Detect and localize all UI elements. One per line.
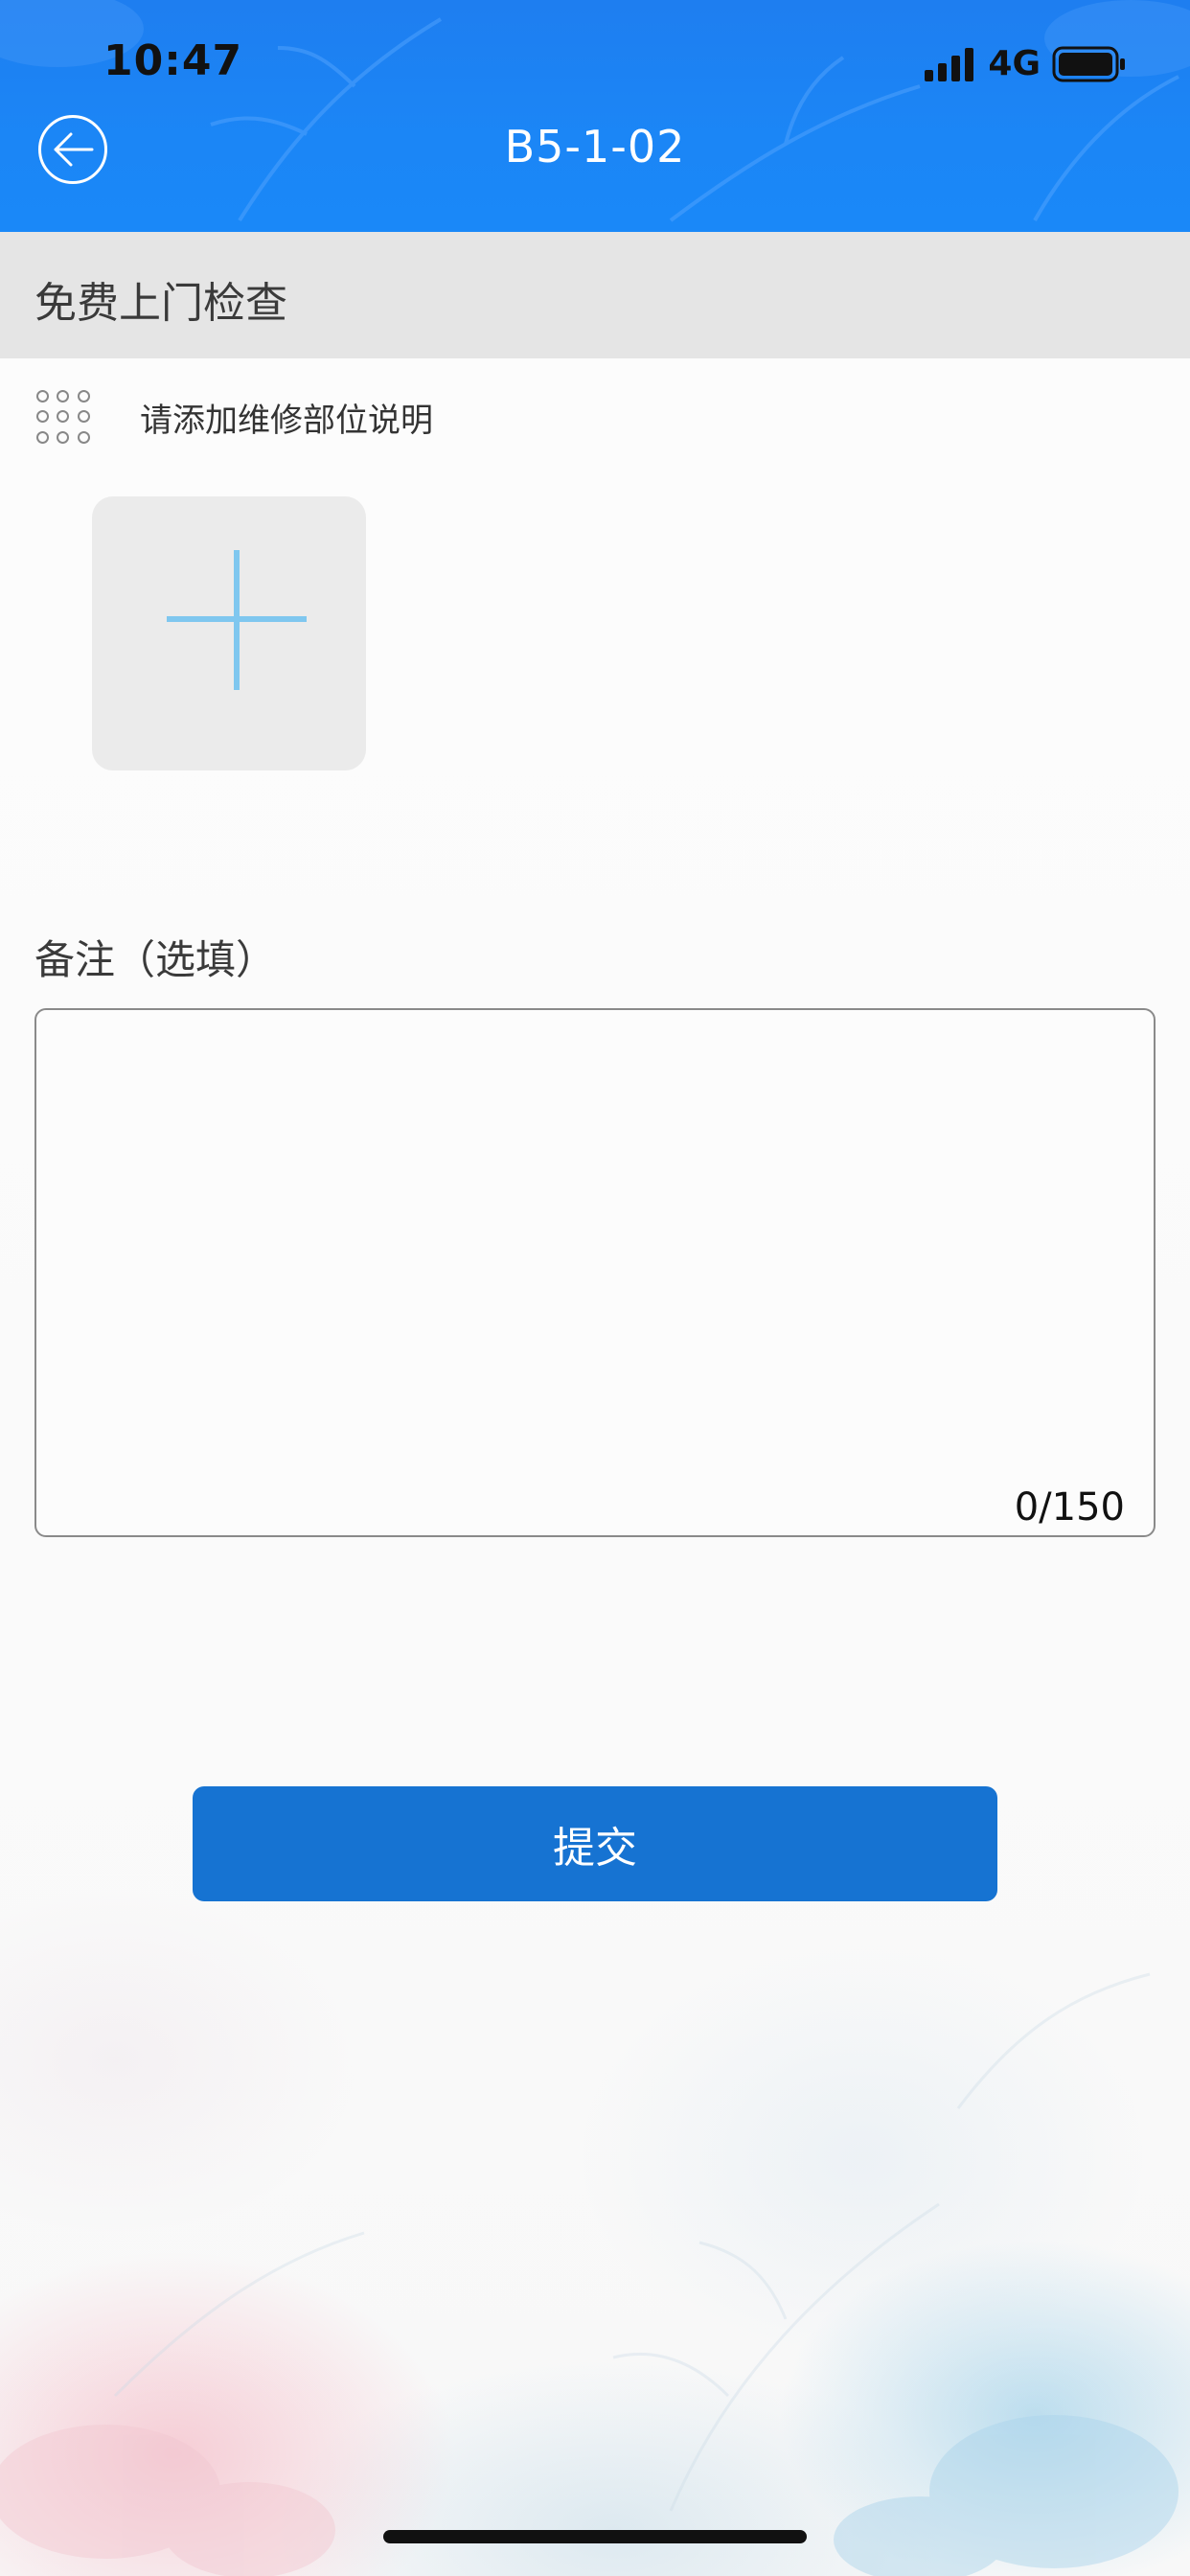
section-title: 免费上门检查 (34, 279, 287, 328)
remark-textarea-container: 0/150 (34, 1008, 1156, 1537)
status-icons: 4G (923, 44, 1127, 83)
submit-button[interactable]: 提交 (193, 1786, 997, 1901)
remark-input[interactable] (56, 1029, 1134, 1468)
repair-description-prompt: 请添加维修部位说明 (140, 401, 433, 440)
app-header: 10:47 4G B5-1-02 (0, 0, 1190, 232)
cellular-signal-icon (925, 47, 974, 81)
char-counter: 0/150 (1014, 1485, 1125, 1530)
section-header: 免费上门检查 (0, 232, 1190, 358)
grid-dots-icon (34, 388, 92, 446)
network-type: 4G (988, 44, 1041, 83)
battery-icon (1052, 46, 1125, 81)
header-leaf-texture (0, 0, 1190, 222)
status-time: 10:47 (103, 36, 243, 85)
repair-description-row: 请添加维修部位说明 (34, 385, 433, 448)
page-title: B5-1-02 (504, 121, 686, 172)
remark-label: 备注（选填） (34, 936, 277, 983)
home-indicator (383, 2530, 807, 2543)
add-photo-button[interactable] (92, 496, 366, 770)
